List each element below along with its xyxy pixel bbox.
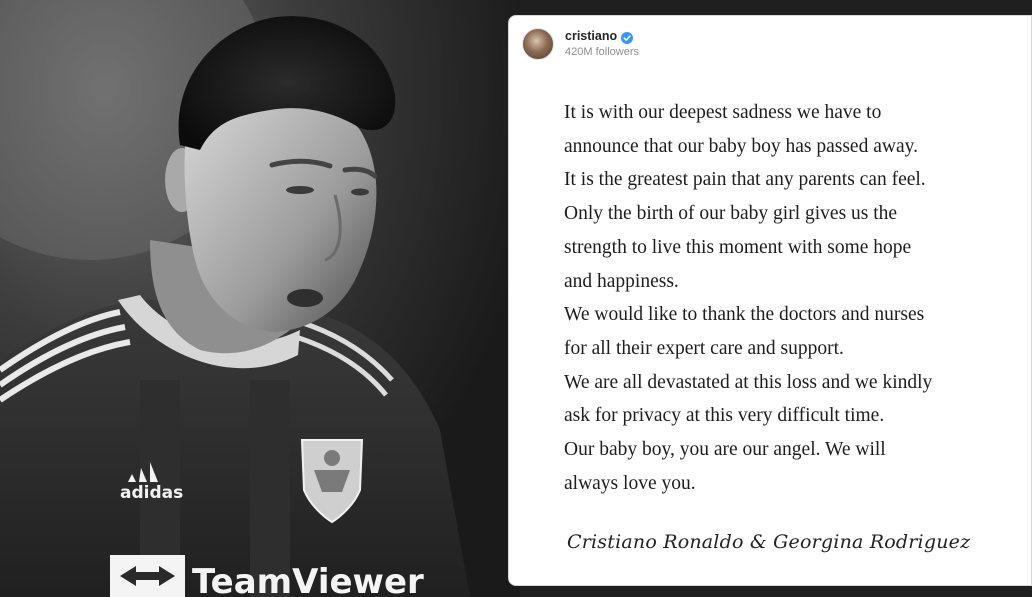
message-line: always love you. [564, 472, 696, 494]
message-line: and happiness. [564, 270, 679, 292]
sponsor-wordmark: TeamViewer [192, 562, 424, 597]
instagram-post-card: cristiano 420M followers It is with our … [508, 15, 1032, 586]
sponsor-logo-icon [110, 555, 185, 597]
avatar[interactable] [522, 28, 554, 60]
account-meta: cristiano 420M followers [565, 29, 639, 59]
message-line: Only the birth of our baby girl gives us… [564, 203, 898, 225]
post-header: cristiano 420M followers [522, 28, 639, 60]
message-line: for all their expert care and support. [564, 337, 844, 359]
handwritten-signature: Cristiano Ronaldo & Georgina Rodriguez [567, 531, 971, 553]
adidas-wordmark: adidas [120, 483, 183, 503]
player-photo: adidas TeamViewer [0, 0, 520, 597]
username-row: cristiano [565, 29, 639, 45]
verified-badge-icon [621, 30, 634, 45]
username-link[interactable]: cristiano [565, 29, 617, 44]
message-line: We would like to thank the doctors and n… [564, 304, 925, 326]
message-line: It is with our deepest sadness we have t… [564, 102, 882, 123]
message-line: strength to live this moment with some h… [564, 236, 912, 258]
message-line: ask for privacy at this very difficult t… [564, 405, 885, 427]
follower-count: 420M followers [565, 46, 639, 59]
message-line: It is the greatest pain that any parents… [564, 169, 926, 191]
message-line: announce that our baby boy has passed aw… [564, 135, 918, 157]
post-message: It is with our deepest sadness we have t… [564, 96, 1009, 500]
message-line: We are all devastated at this loss and w… [564, 371, 933, 393]
message-line: Our baby boy, you are our angel. We will [564, 439, 886, 461]
